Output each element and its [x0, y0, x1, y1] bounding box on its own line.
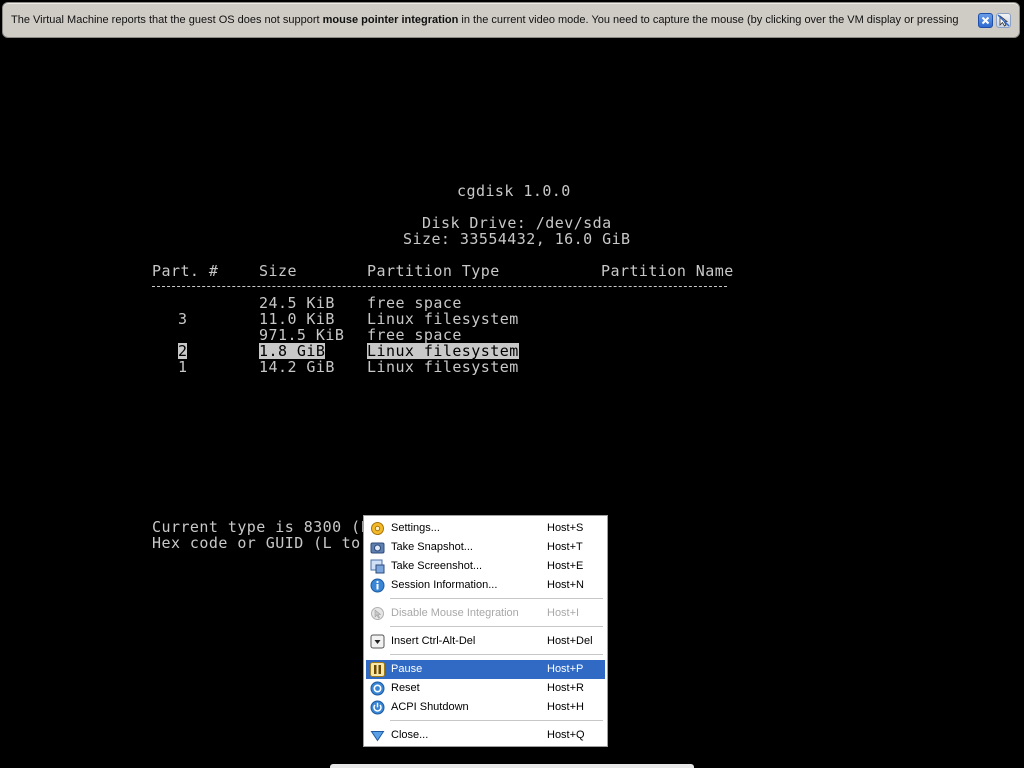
camera-icon: [370, 540, 385, 555]
mouse-pointer-icon[interactable]: [996, 13, 1011, 28]
menu-item-acpi-shutdown[interactable]: ACPI Shutdown Host+H: [366, 698, 605, 717]
menu-item-settings[interactable]: Settings... Host+S: [366, 519, 605, 538]
menu-item-shortcut: Host+N: [547, 579, 584, 591]
menu-separator: [390, 598, 603, 599]
menu-item-label: Settings...: [391, 522, 440, 534]
menu-item-shortcut: Host+H: [547, 701, 584, 713]
menu-item-shortcut: Host+P: [547, 663, 584, 675]
reset-icon: [370, 681, 385, 696]
program-title: cgdisk 1.0.0: [457, 182, 571, 200]
gear-icon: [370, 521, 385, 536]
mouse-integration-icon: [370, 606, 385, 621]
header-divider: [152, 286, 727, 287]
close-notification-icon[interactable]: [978, 13, 993, 28]
menu-item-close[interactable]: Close... Host+Q: [366, 726, 605, 745]
menu-item-label: Pause: [391, 663, 423, 675]
vm-context-menu: Settings... Host+S Take Snapshot... Host…: [363, 515, 608, 747]
menu-item-shortcut: Host+E: [547, 560, 584, 572]
menu-separator: [390, 654, 603, 655]
selected-row-part: 2: [178, 342, 188, 360]
current-type-line: Current type is 8300 (Li: [152, 518, 380, 536]
menu-item-shortcut: Host+Q: [547, 729, 585, 741]
menu-item-reset[interactable]: Reset Host+R: [366, 679, 605, 698]
menu-item-label: Take Screenshot...: [391, 560, 483, 572]
mini-toolbar-edge[interactable]: [330, 764, 694, 768]
menu-item-shortcut: Host+T: [547, 541, 583, 553]
menu-item-label: Reset: [391, 682, 420, 694]
menu-item-label: ACPI Shutdown: [391, 701, 469, 713]
menu-item-shortcut: Host+Del: [547, 635, 593, 647]
row-size: 24.5 KiB: [259, 294, 335, 312]
menu-item-shortcut: Host+R: [547, 682, 584, 694]
row-size: 11.0 KiB: [259, 310, 335, 328]
menu-item-insert-ctrl-alt-del[interactable]: Insert Ctrl-Alt-Del Host+Del: [366, 632, 605, 651]
menu-item-label: Disable Mouse Integration: [391, 607, 519, 619]
power-icon: [370, 700, 385, 715]
menu-item-label: Session Information...: [391, 579, 498, 591]
menu-item-shortcut: Host+I: [547, 607, 580, 619]
menu-item-shortcut: Host+S: [547, 522, 584, 534]
notification-text: The Virtual Machine reports that the gue…: [11, 14, 959, 26]
menu-item-take-snapshot[interactable]: Take Snapshot... Host+T: [366, 538, 605, 557]
mouse-integration-notification: The Virtual Machine reports that the gue…: [2, 2, 1020, 38]
menu-item-disable-mouse-integration[interactable]: Disable Mouse Integration Host+I: [366, 604, 605, 623]
row-part: 1: [178, 358, 188, 376]
disk-size-label: Size: 33554432, 16.0 GiB: [403, 230, 631, 248]
row-type: free space: [367, 294, 462, 312]
menu-item-label: Take Snapshot...: [391, 541, 473, 553]
screenshot-icon: [370, 559, 385, 574]
header-size: Size: [259, 262, 297, 280]
menu-item-pause[interactable]: Pause Host+P: [366, 660, 605, 679]
header-type: Partition Type: [367, 262, 500, 280]
selected-row-size: 1.8 GiB: [259, 342, 326, 360]
row-size: 14.2 GiB: [259, 358, 335, 376]
row-size: 971.5 KiB: [259, 326, 345, 344]
hex-code-prompt: Hex code or GUID (L to s: [152, 534, 380, 552]
row-part: 3: [178, 310, 188, 328]
menu-item-session-information[interactable]: Session Information... Host+N: [366, 576, 605, 595]
pause-icon: [370, 662, 385, 677]
info-icon: [370, 578, 385, 593]
disk-drive-label: Disk Drive: /dev/sda: [422, 214, 612, 232]
menu-separator: [390, 626, 603, 627]
menu-item-label: Close...: [391, 729, 429, 741]
close-vm-icon: [370, 728, 385, 743]
menu-item-take-screenshot[interactable]: Take Screenshot... Host+E: [366, 557, 605, 576]
menu-item-label: Insert Ctrl-Alt-Del: [391, 635, 476, 647]
selected-row-type: Linux filesystem: [367, 342, 519, 360]
header-name: Partition Name: [601, 262, 734, 280]
header-part: Part. #: [152, 262, 219, 280]
ctrl-alt-del-icon: [370, 634, 385, 649]
row-type: free space: [367, 326, 462, 344]
row-type: Linux filesystem: [367, 310, 519, 328]
row-type: Linux filesystem: [367, 358, 519, 376]
menu-separator: [390, 720, 603, 721]
